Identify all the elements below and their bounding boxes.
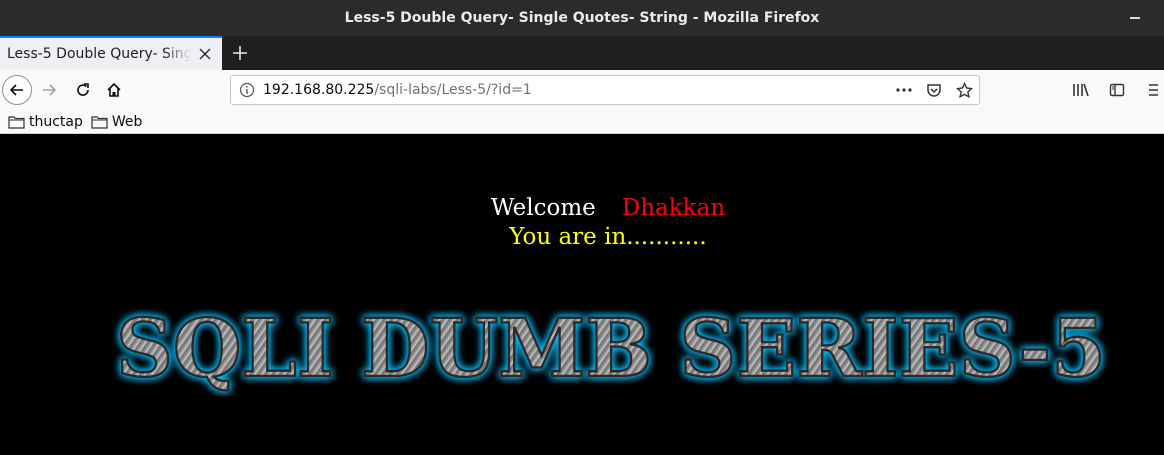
url-bar[interactable]: 192.168.80.225/sqli-labs/Less-5/?id=1: [230, 75, 980, 105]
page-content: Welcome Dhakkan You are in........... SQL…: [0, 134, 1164, 455]
url-host: 192.168.80.225: [263, 82, 375, 98]
navigation-toolbar: 192.168.80.225/sqli-labs/Less-5/?id=1: [0, 70, 1164, 110]
tab-label: Less-5 Double Query- Single Quotes- Stri…: [7, 46, 191, 62]
tab-less-5[interactable]: Less-5 Double Query- Single Quotes- Stri…: [0, 36, 222, 70]
new-tab-button[interactable]: [224, 36, 256, 70]
bookmark-folder-thuctap[interactable]: thuctap: [8, 111, 83, 133]
minimize-icon[interactable]: [1130, 17, 1140, 19]
url-path: /sqli-labs/Less-5/?id=1: [374, 82, 532, 98]
banner-text: SQLI DUMB SERIES-5: [116, 301, 1106, 395]
bookmark-label: Web: [111, 113, 143, 130]
sqli-dumb-series-banner: SQLI DUMB SERIES-5: [115, 300, 1108, 396]
sidebar-icon[interactable]: [1106, 79, 1128, 101]
reload-icon: [77, 83, 89, 96]
close-tab-icon[interactable]: [196, 45, 214, 63]
plus-icon: [233, 46, 247, 60]
folder-icon: [91, 115, 108, 129]
tab-strip: Less-5 Double Query- Single Quotes- Stri…: [0, 36, 1164, 70]
bookmark-label: thuctap: [29, 113, 83, 130]
user-name: Dhakkan: [621, 195, 726, 221]
welcome-line: Welcome Dhakkan: [0, 194, 1164, 222]
url-text[interactable]: 192.168.80.225/sqli-labs/Less-5/?id=1: [263, 82, 532, 98]
reload-button[interactable]: [72, 79, 94, 101]
library-icon[interactable]: [1070, 79, 1092, 101]
back-button[interactable]: [2, 75, 32, 105]
bookmark-star-icon[interactable]: [953, 79, 975, 101]
info-icon[interactable]: [231, 76, 263, 104]
home-icon: [107, 82, 121, 97]
window-titlebar: Less-5 Double Query- Single Quotes- Stri…: [0, 0, 1164, 36]
forward-button[interactable]: [38, 79, 60, 101]
pocket-icon[interactable]: [923, 79, 945, 101]
window-title: Less-5 Double Query- Single Quotes- Stri…: [344, 10, 820, 26]
folder-icon: [8, 115, 25, 129]
bookmark-folder-web[interactable]: Web: [91, 111, 143, 133]
page-actions-icon[interactable]: [893, 79, 915, 101]
bookmarks-toolbar: thuctap Web: [0, 110, 1164, 134]
back-arrow-icon: [9, 84, 23, 96]
home-button[interactable]: [103, 79, 125, 101]
forward-arrow-icon: [43, 84, 57, 96]
welcome-text: Welcome: [490, 195, 596, 221]
status-message: You are in...........: [509, 224, 707, 250]
menu-icon[interactable]: [1142, 79, 1164, 101]
